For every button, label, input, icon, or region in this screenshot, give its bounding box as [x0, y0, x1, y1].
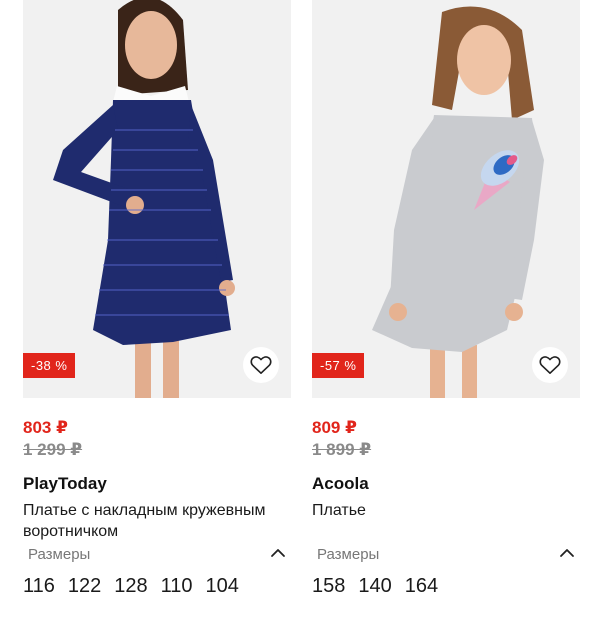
sizes-header[interactable]: Размеры: [23, 544, 291, 566]
chevron-up-icon[interactable]: [558, 544, 576, 562]
product-title[interactable]: Платье: [312, 500, 572, 542]
size-list: 158 140 164: [312, 575, 580, 598]
product-photo[interactable]: -38 %: [23, 0, 291, 398]
product-title[interactable]: Платье с накладным кружевным воротничком: [23, 500, 283, 542]
size-list: 116 122 128 110 104: [23, 575, 291, 598]
product-grid: -38 % 803 ₽ 1 299 ₽ PlayToday Платье с н…: [0, 0, 600, 637]
current-price: 809 ₽: [312, 418, 357, 437]
chevron-up-icon[interactable]: [269, 544, 287, 562]
old-price: 1 899 ₽: [312, 440, 372, 459]
size-option[interactable]: 128: [114, 575, 147, 598]
favorite-button[interactable]: [532, 347, 568, 383]
size-option[interactable]: 164: [405, 575, 438, 598]
sizes-header[interactable]: Размеры: [312, 544, 580, 566]
heart-icon: [250, 356, 272, 374]
size-option[interactable]: 158: [312, 575, 345, 598]
favorite-button[interactable]: [243, 347, 279, 383]
size-option[interactable]: 110: [161, 575, 193, 598]
old-price: 1 299 ₽: [23, 440, 83, 459]
discount-badge: -38 %: [23, 353, 76, 378]
product-image: [23, 0, 291, 398]
product-image: [312, 0, 580, 398]
size-option[interactable]: 140: [358, 575, 391, 598]
size-option[interactable]: 116: [23, 575, 55, 598]
heart-icon: [539, 356, 561, 374]
product-card[interactable]: -57 % 809 ₽ 1 899 ₽ Acoola Платье Размер…: [312, 0, 580, 598]
sizes-label: Размеры: [28, 546, 91, 563]
current-price: 803 ₽: [23, 418, 68, 437]
discount-badge: -57 %: [312, 353, 365, 378]
product-brand[interactable]: Acoola: [312, 473, 580, 495]
product-card[interactable]: -38 % 803 ₽ 1 299 ₽ PlayToday Платье с н…: [23, 0, 291, 598]
sizes-label: Размеры: [317, 546, 380, 563]
product-photo[interactable]: -57 %: [312, 0, 580, 398]
size-option[interactable]: 104: [206, 575, 239, 598]
size-option[interactable]: 122: [68, 575, 101, 598]
product-brand[interactable]: PlayToday: [23, 473, 291, 495]
